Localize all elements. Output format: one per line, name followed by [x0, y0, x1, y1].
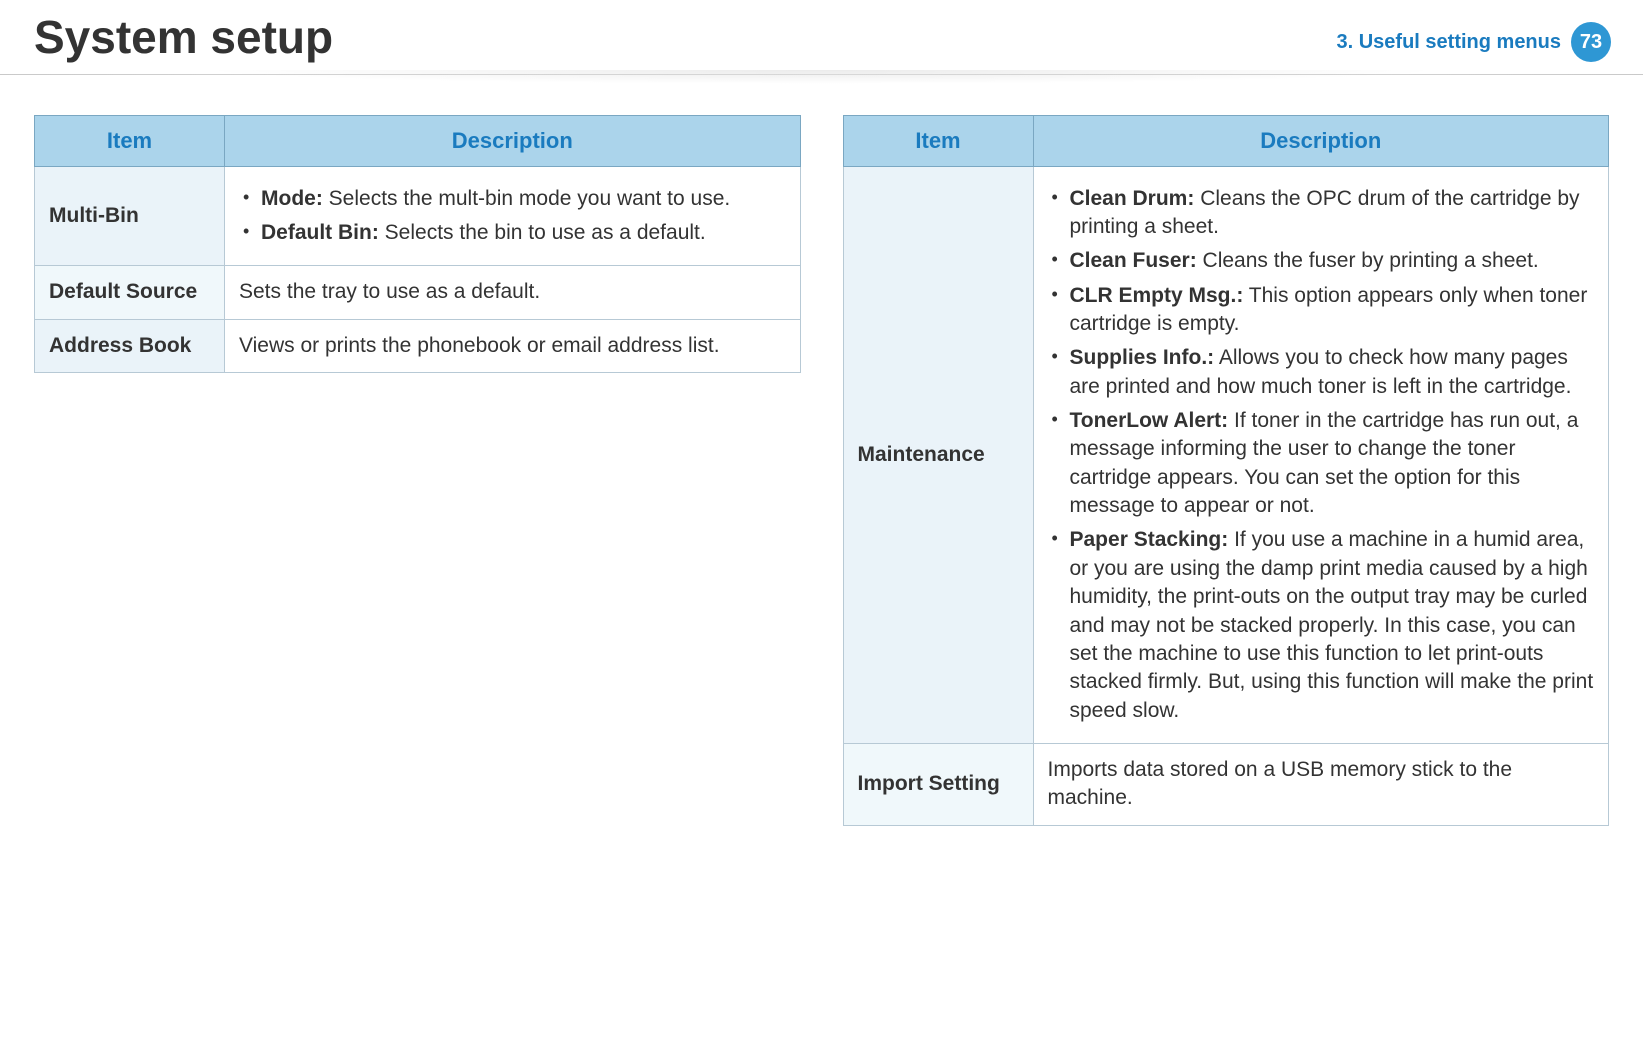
table-row: Multi-Bin Mode: Selects the mult-bin mod…	[35, 166, 801, 266]
col-header-description: Description	[1033, 116, 1609, 167]
table-row: Maintenance Clean Drum: Cleans the OPC d…	[843, 166, 1609, 743]
bullet-list: Clean Drum: Cleans the OPC drum of the c…	[1048, 185, 1595, 725]
desc-cell-multi-bin: Mode: Selects the mult-bin mode you want…	[225, 166, 801, 266]
col-header-item: Item	[843, 116, 1033, 167]
right-settings-table: Item Description Maintenance Clean Drum:…	[843, 115, 1610, 826]
table-header-row: Item Description	[35, 116, 801, 167]
list-item: Clean Drum: Cleans the OPC drum of the c…	[1048, 185, 1595, 242]
bullet-label: Paper Stacking:	[1070, 528, 1229, 551]
chapter-label: 3. Useful setting menus	[1337, 31, 1562, 54]
bullet-label: TonerLow Alert:	[1070, 409, 1229, 432]
right-column: Item Description Maintenance Clean Drum:…	[843, 115, 1610, 826]
bullet-label: Clean Drum:	[1070, 187, 1195, 210]
bullet-text: If you use a machine in a humid area, or…	[1070, 528, 1594, 721]
desc-cell-import-setting: Imports data stored on a USB memory stic…	[1033, 743, 1609, 825]
table-row: Default Source Sets the tray to use as a…	[35, 266, 801, 319]
bullet-text: Selects the mult-bin mode you want to us…	[323, 187, 730, 210]
desc-cell-maintenance: Clean Drum: Cleans the OPC drum of the c…	[1033, 166, 1609, 743]
bullet-list: Mode: Selects the mult-bin mode you want…	[239, 185, 786, 248]
header-divider	[0, 74, 1643, 75]
bullet-label: Supplies Info.:	[1070, 346, 1215, 369]
col-header-item: Item	[35, 116, 225, 167]
bullet-text: Cleans the fuser by printing a sheet.	[1197, 249, 1539, 272]
list-item: TonerLow Alert: If toner in the cartridg…	[1048, 407, 1595, 520]
item-cell-multi-bin: Multi-Bin	[35, 166, 225, 266]
list-item: Clean Fuser: Cleans the fuser by printin…	[1048, 247, 1595, 275]
header-right-group: 3. Useful setting menus 73	[1337, 22, 1612, 62]
bullet-text: Selects the bin to use as a default.	[379, 221, 706, 244]
table-row: Import Setting Imports data stored on a …	[843, 743, 1609, 825]
item-cell-import-setting: Import Setting	[843, 743, 1033, 825]
table-header-row: Item Description	[843, 116, 1609, 167]
bullet-label: CLR Empty Msg.:	[1070, 284, 1244, 307]
content-columns: Item Description Multi-Bin Mode: Selects…	[0, 75, 1643, 826]
bullet-label: Default Bin:	[261, 221, 379, 244]
list-item: CLR Empty Msg.: This option appears only…	[1048, 282, 1595, 339]
desc-cell-default-source: Sets the tray to use as a default.	[225, 266, 801, 319]
page-number-badge: 73	[1571, 22, 1611, 62]
bullet-label: Clean Fuser:	[1070, 249, 1197, 272]
desc-cell-address-book: Views or prints the phonebook or email a…	[225, 319, 801, 372]
page-title: System setup	[34, 11, 333, 63]
item-cell-maintenance: Maintenance	[843, 166, 1033, 743]
table-row: Address Book Views or prints the phonebo…	[35, 319, 801, 372]
list-item: Paper Stacking: If you use a machine in …	[1048, 526, 1595, 724]
list-item: Default Bin: Selects the bin to use as a…	[239, 219, 786, 247]
list-item: Supplies Info.: Allows you to check how …	[1048, 344, 1595, 401]
left-column: Item Description Multi-Bin Mode: Selects…	[34, 115, 801, 826]
item-cell-default-source: Default Source	[35, 266, 225, 319]
left-settings-table: Item Description Multi-Bin Mode: Selects…	[34, 115, 801, 373]
item-cell-address-book: Address Book	[35, 319, 225, 372]
bullet-label: Mode:	[261, 187, 323, 210]
list-item: Mode: Selects the mult-bin mode you want…	[239, 185, 786, 213]
col-header-description: Description	[225, 116, 801, 167]
page-header: System setup 3. Useful setting menus 73	[0, 0, 1643, 75]
